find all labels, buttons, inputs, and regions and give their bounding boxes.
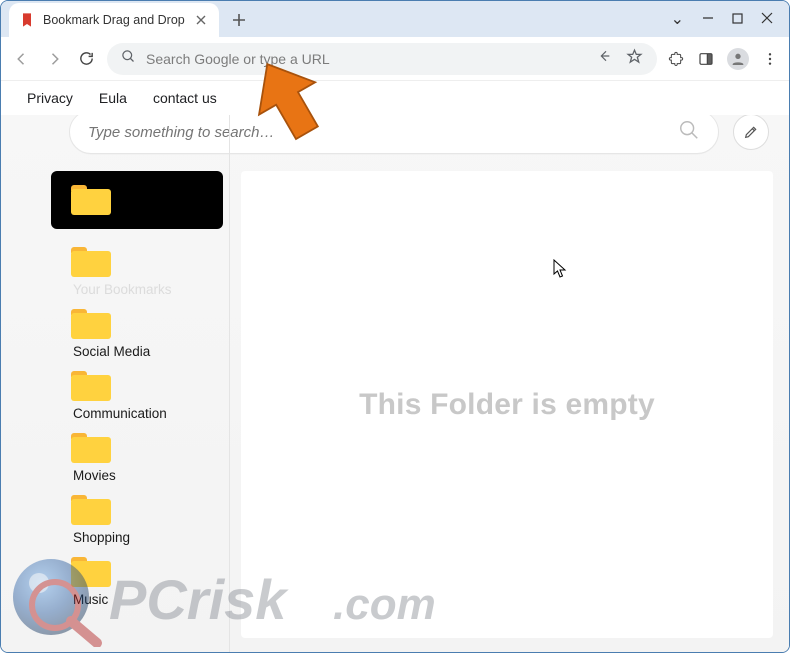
folder-icon (71, 557, 111, 587)
page-content: Your BookmarksSocial MediaCommunicationM… (1, 115, 789, 652)
folder-item[interactable]: Shopping (51, 481, 223, 539)
share-icon[interactable] (596, 48, 612, 69)
address-bar[interactable]: Search Google or type a URL (107, 43, 657, 75)
folder-item[interactable]: Communication (51, 357, 223, 415)
maximize-icon[interactable] (732, 12, 743, 27)
empty-folder-message: This Folder is empty (359, 388, 655, 422)
star-icon[interactable] (626, 48, 643, 70)
folder-icon (71, 433, 111, 463)
folder-item[interactable]: Your Bookmarks (51, 233, 223, 291)
folder-item[interactable]: Movies (51, 419, 223, 477)
page-search-input[interactable] (88, 124, 678, 141)
search-icon (121, 49, 136, 69)
kebab-menu-icon[interactable] (761, 50, 779, 68)
browser-window: Bookmark Drag and Drop ⌄ (0, 0, 790, 653)
close-icon[interactable] (761, 12, 773, 27)
back-button[interactable] (11, 48, 33, 70)
folder-icon (71, 495, 111, 525)
bookmark-icon (19, 12, 35, 28)
side-panel-icon[interactable] (697, 50, 715, 68)
omnibox-actions (596, 48, 643, 70)
forward-button[interactable] (43, 48, 65, 70)
reload-button[interactable] (75, 48, 97, 70)
minimize-icon[interactable] (702, 12, 714, 27)
browser-toolbar: Search Google or type a URL (1, 37, 789, 81)
browser-tab[interactable]: Bookmark Drag and Drop (9, 3, 219, 37)
folder-item[interactable]: Music (51, 543, 223, 601)
tab-close-icon[interactable] (193, 12, 209, 28)
page-search[interactable] (69, 115, 719, 154)
page-body: Your BookmarksSocial MediaCommunicationM… (51, 171, 773, 638)
titlebar: Bookmark Drag and Drop ⌄ (1, 1, 789, 37)
bookmarks-bar: Privacy Eula contact us (1, 81, 789, 115)
chevron-down-icon[interactable]: ⌄ (671, 9, 684, 29)
folder-icon (71, 185, 111, 215)
folder-icon (71, 371, 111, 401)
bookbar-link-contact[interactable]: contact us (153, 90, 217, 106)
bookbar-link-privacy[interactable]: Privacy (27, 90, 73, 106)
new-tab-button[interactable] (225, 6, 253, 34)
window-controls: ⌄ (671, 1, 783, 37)
folder-icon (71, 309, 111, 339)
folder-item[interactable] (51, 171, 223, 229)
folder-label: Music (73, 592, 108, 607)
bookbar-link-eula[interactable]: Eula (99, 90, 127, 106)
address-bar-placeholder: Search Google or type a URL (146, 51, 330, 67)
folder-item[interactable]: Social Media (51, 295, 223, 353)
folder-icon (71, 247, 111, 277)
toolbar-actions (667, 48, 779, 70)
main-panel: This Folder is empty (241, 171, 773, 638)
folder-sidebar[interactable]: Your BookmarksSocial MediaCommunicationM… (51, 171, 223, 638)
tab-title: Bookmark Drag and Drop (43, 13, 185, 27)
profile-avatar[interactable] (727, 48, 749, 70)
page-search-row (69, 115, 769, 157)
edit-button[interactable] (733, 115, 769, 150)
extensions-icon[interactable] (667, 50, 685, 68)
magnifier-icon[interactable] (678, 119, 700, 146)
